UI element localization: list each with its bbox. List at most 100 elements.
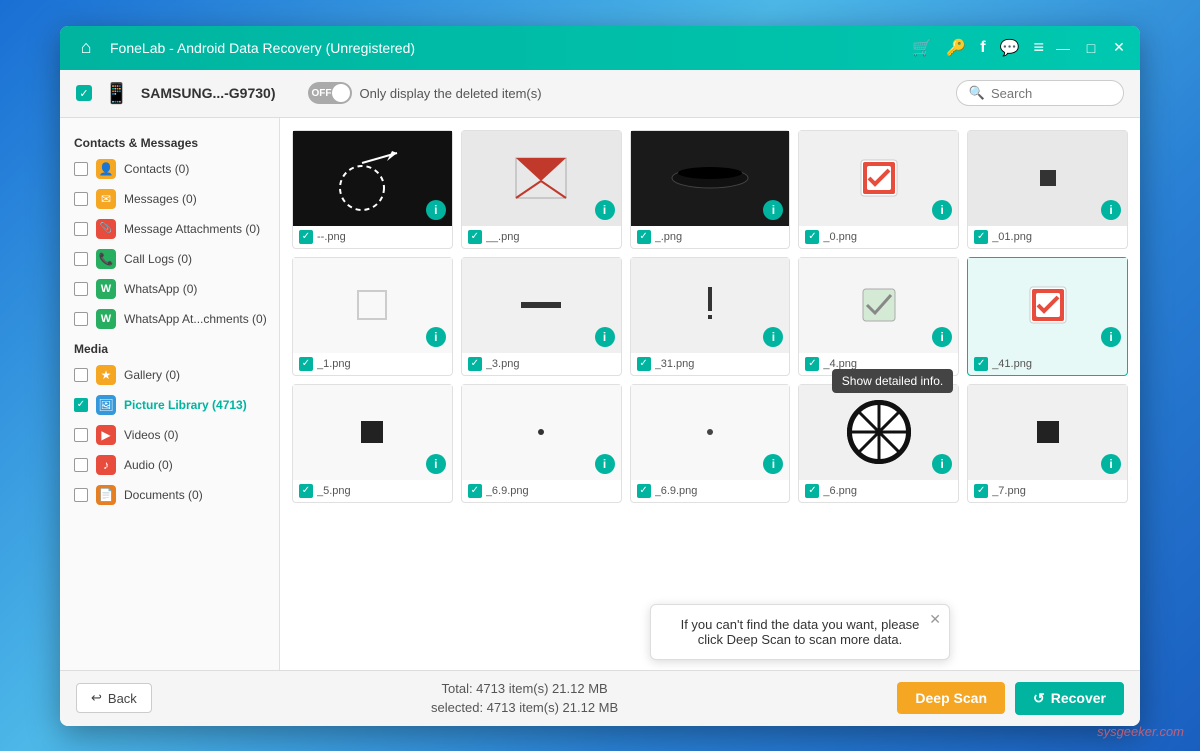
img-checkbox-3[interactable]: ✓: [805, 230, 819, 244]
calllogs-label: Call Logs (0): [124, 252, 192, 266]
back-button[interactable]: ↩ Back: [76, 683, 152, 713]
contacts-checkbox[interactable]: [74, 162, 88, 176]
img-checkbox-6[interactable]: ✓: [468, 357, 482, 371]
image-cell-7[interactable]: i ✓ _31.png: [630, 257, 791, 376]
contacts-icon: 👤: [96, 159, 116, 179]
sidebar-item-videos[interactable]: ▶ Videos (0): [60, 420, 279, 450]
img-checkbox-14[interactable]: ✓: [974, 484, 988, 498]
image-cell-8[interactable]: i ✓ _4.png: [798, 257, 959, 376]
info-badge-0[interactable]: i: [426, 200, 446, 220]
info-badge-11[interactable]: i: [595, 454, 615, 474]
image-cell-9[interactable]: i ✓ _41.png: [967, 257, 1128, 376]
sub-header: ✓ 📱 SAMSUNG...-G9730) OFF Only display t…: [60, 70, 1140, 118]
image-cell-6[interactable]: i ✓ _3.png: [461, 257, 622, 376]
main-content: Contacts & Messages 👤 Contacts (0) ✉ Mes…: [60, 118, 1140, 670]
documents-checkbox[interactable]: [74, 488, 88, 502]
videos-icon: ▶: [96, 425, 116, 445]
info-badge-7[interactable]: i: [763, 327, 783, 347]
image-cell-11[interactable]: i ✓ _6.9.png: [461, 384, 622, 503]
image-cell-3[interactable]: i ✓ _0.png: [798, 130, 959, 249]
picture-library-label: Picture Library (4713): [124, 398, 247, 412]
whatsapp-checkbox[interactable]: [74, 282, 88, 296]
info-badge-3[interactable]: i: [932, 200, 952, 220]
whatsapp-att-icon: W: [96, 309, 116, 329]
info-badge-13[interactable]: i: [932, 454, 952, 474]
menu-icon[interactable]: ≡: [1033, 37, 1044, 58]
info-badge-1[interactable]: i: [595, 200, 615, 220]
home-icon[interactable]: ⌂: [72, 34, 100, 62]
gallery-checkbox[interactable]: [74, 368, 88, 382]
whatsapp-att-checkbox[interactable]: [74, 312, 88, 326]
image-cell-5[interactable]: i ✓ _1.png: [292, 257, 453, 376]
img-checkbox-7[interactable]: ✓: [637, 357, 651, 371]
audio-label: Audio (0): [124, 458, 173, 472]
popup-close-button[interactable]: ✕: [929, 611, 941, 628]
img-checkbox-9[interactable]: ✓: [974, 357, 988, 371]
maximize-button[interactable]: □: [1082, 39, 1100, 57]
deep-scan-button[interactable]: Deep Scan: [897, 682, 1005, 714]
sidebar-item-picture-library[interactable]: ✓ 🖼 Picture Library (4713): [60, 390, 279, 420]
img-checkbox-11[interactable]: ✓: [468, 484, 482, 498]
img-filename-10: _5.png: [317, 485, 351, 497]
recover-button[interactable]: ↺ Recover: [1015, 682, 1124, 715]
info-badge-8[interactable]: i: [932, 327, 952, 347]
info-badge-6[interactable]: i: [595, 327, 615, 347]
image-footer-10: ✓ _5.png: [293, 480, 452, 502]
videos-checkbox[interactable]: [74, 428, 88, 442]
toggle-container[interactable]: OFF Only display the deleted item(s): [308, 82, 542, 104]
img-checkbox-4[interactable]: ✓: [974, 230, 988, 244]
info-badge-2[interactable]: i: [763, 200, 783, 220]
image-cell-0[interactable]: i ✓ --.png: [292, 130, 453, 249]
img-checkbox-10[interactable]: ✓: [299, 484, 313, 498]
cart-icon[interactable]: 🛒: [912, 38, 932, 58]
key-icon[interactable]: 🔑: [946, 38, 966, 58]
thumb-4: i: [968, 131, 1127, 226]
img-checkbox-5[interactable]: ✓: [299, 357, 313, 371]
picture-library-checkbox[interactable]: ✓: [74, 398, 88, 412]
close-button[interactable]: ✕: [1110, 39, 1128, 57]
image-cell-4[interactable]: i ✓ _01.png: [967, 130, 1128, 249]
info-badge-9[interactable]: i: [1101, 327, 1121, 347]
img-checkbox-13[interactable]: ✓: [805, 484, 819, 498]
info-badge-12[interactable]: i: [763, 454, 783, 474]
info-badge-14[interactable]: i: [1101, 454, 1121, 474]
sidebar-item-contacts[interactable]: 👤 Contacts (0): [60, 154, 279, 184]
messages-checkbox[interactable]: [74, 192, 88, 206]
calllogs-checkbox[interactable]: [74, 252, 88, 266]
device-checkbox[interactable]: ✓: [76, 85, 92, 101]
sidebar-item-messages[interactable]: ✉ Messages (0): [60, 184, 279, 214]
info-badge-5[interactable]: i: [426, 327, 446, 347]
sidebar-item-attachments[interactable]: 📎 Message Attachments (0): [60, 214, 279, 244]
img-checkbox-2[interactable]: ✓: [637, 230, 651, 244]
attachments-checkbox[interactable]: [74, 222, 88, 236]
whatsapp-icon: W: [96, 279, 116, 299]
minimize-button[interactable]: —: [1054, 39, 1072, 57]
image-cell-2[interactable]: i ✓ _.png: [630, 130, 791, 249]
facebook-icon[interactable]: f: [980, 39, 985, 57]
audio-checkbox[interactable]: [74, 458, 88, 472]
sidebar-item-audio[interactable]: ♪ Audio (0): [60, 450, 279, 480]
info-badge-4[interactable]: i: [1101, 200, 1121, 220]
img-checkbox-0[interactable]: ✓: [299, 230, 313, 244]
info-badge-10[interactable]: i: [426, 454, 446, 474]
img-checkbox-8[interactable]: ✓: [805, 357, 819, 371]
search-input[interactable]: [991, 86, 1111, 101]
img-checkbox-1[interactable]: ✓: [468, 230, 482, 244]
audio-icon: ♪: [96, 455, 116, 475]
sidebar-item-calllogs[interactable]: 📞 Call Logs (0): [60, 244, 279, 274]
image-cell-13[interactable]: i ✓ _6.png: [798, 384, 959, 503]
chat-icon[interactable]: 💬: [1000, 38, 1020, 58]
recover-label: Recover: [1051, 690, 1106, 706]
image-cell-10[interactable]: i ✓ _5.png: [292, 384, 453, 503]
image-cell-12[interactable]: i ✓ _6.9.png: [630, 384, 791, 503]
sidebar-item-gallery[interactable]: ★ Gallery (0): [60, 360, 279, 390]
img-checkbox-12[interactable]: ✓: [637, 484, 651, 498]
image-cell-14[interactable]: i ✓ _7.png: [967, 384, 1128, 503]
image-cell-1[interactable]: i ✓ __.png Show detailed info.: [461, 130, 622, 249]
thumb-5: i: [293, 258, 452, 353]
sidebar-item-documents[interactable]: 📄 Documents (0): [60, 480, 279, 510]
sidebar-item-whatsapp-att[interactable]: W WhatsApp At...chments (0): [60, 304, 279, 334]
sidebar-item-whatsapp[interactable]: W WhatsApp (0): [60, 274, 279, 304]
toggle-switch[interactable]: OFF: [308, 82, 352, 104]
search-box[interactable]: 🔍: [956, 80, 1124, 106]
